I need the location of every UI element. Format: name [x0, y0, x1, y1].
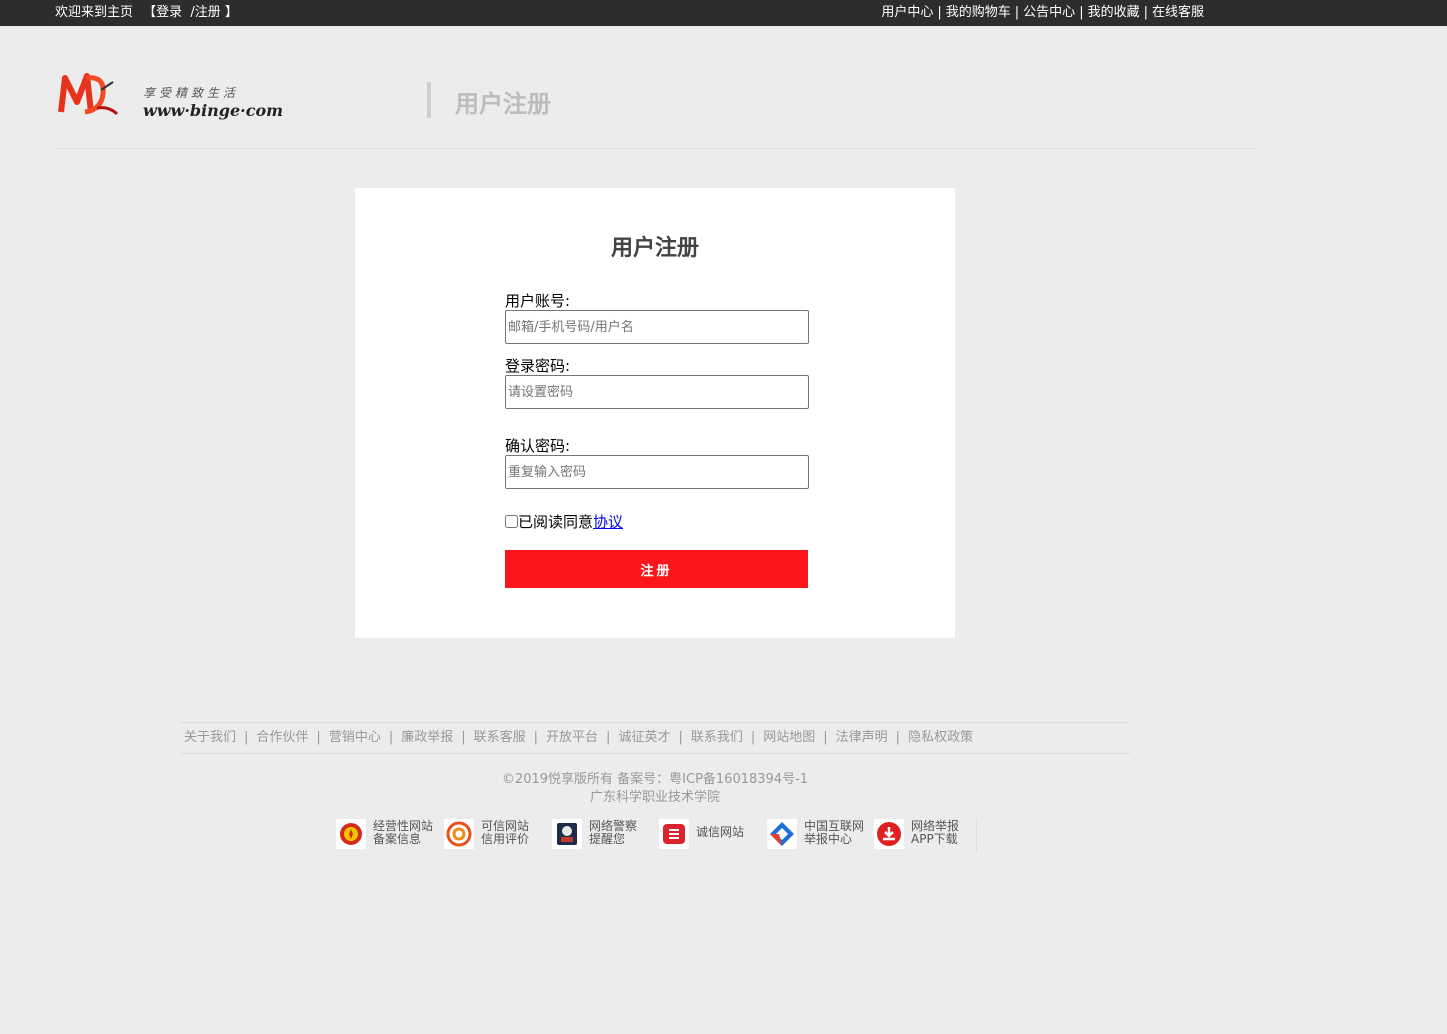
badge-trusted-site[interactable]: 可信网站 信用评价 — [444, 818, 544, 850]
favorites-link[interactable]: 我的收藏 — [1088, 5, 1140, 20]
badge-report-center[interactable]: 中国互联网 举报中心 — [767, 818, 867, 850]
agree-text: 已阅读同意 — [518, 513, 594, 531]
badge-cyber-police[interactable]: 网络警察 提醒您 — [552, 818, 652, 850]
page-title: 用户注册 — [455, 90, 551, 118]
register-button[interactable]: 注册 — [505, 550, 808, 588]
integrity-icon — [659, 819, 689, 849]
certification-badges: 经营性网站 备案信息 可信网站 信用评价 网络警察 提醒您 诚信网站 中国互联网… — [336, 818, 977, 852]
agree-checkbox[interactable] — [505, 515, 518, 528]
emblem-icon — [336, 819, 366, 849]
logo-slogan: 享受精致生活 — [143, 86, 240, 100]
bracket-open: 【 — [143, 5, 157, 20]
separator: | — [1143, 5, 1148, 20]
footer-link-integrity-report[interactable]: 廉政举报 — [401, 723, 453, 753]
footer-link-legal[interactable]: 法律声明 — [836, 723, 888, 753]
footer-link-open-platform[interactable]: 开放平台 — [546, 723, 598, 753]
footer-link-contact[interactable]: 联系我们 — [691, 723, 743, 753]
announcement-link[interactable]: 公告中心 — [1023, 5, 1075, 20]
separator: | — [533, 730, 539, 745]
separator: | — [823, 730, 828, 745]
footer-link-privacy[interactable]: 隐私权政策 — [908, 723, 973, 753]
badge-business-record[interactable]: 经营性网站 备案信息 — [336, 818, 436, 850]
footer-link-partners[interactable]: 合作伙伴 — [256, 723, 308, 753]
agreement-link[interactable]: 协议 — [593, 513, 623, 531]
police-icon — [552, 819, 582, 849]
top-nav: 用户中心 | 我的购物车 | 公告中心 | 我的收藏 | 在线客服 — [881, 0, 1204, 26]
user-center-link[interactable]: 用户中心 — [881, 5, 933, 20]
separator: | — [750, 730, 756, 745]
confirm-password-label: 确认密码: — [505, 437, 571, 455]
customer-service-link[interactable]: 在线客服 — [1152, 5, 1204, 20]
form-title: 用户注册 — [610, 236, 699, 261]
badge-text: 网络警察 — [589, 819, 638, 833]
copyright-text: ©2019悦享版所有 备案号：粤ICP备16018394号-1 — [501, 772, 809, 787]
password-input[interactable] — [505, 375, 809, 409]
separator: | — [678, 730, 683, 745]
footer-link-careers[interactable]: 诚征英才 — [618, 723, 670, 753]
logo-mark-icon — [58, 73, 119, 116]
separator: | — [244, 730, 249, 745]
account-label: 用户账号: — [505, 292, 571, 310]
badge-report-app[interactable]: 网络举报 APP下载 — [874, 818, 974, 850]
badge-text: 备案信息 — [373, 832, 422, 846]
separator: | — [937, 5, 942, 20]
separator: | — [1014, 5, 1020, 20]
separator: | — [1079, 5, 1084, 20]
top-bar: 欢迎来到主页 【登录 /注册 】 用户中心 | 我的购物车 | 公告中心 | 我的收藏 | 在线… — [0, 0, 1447, 26]
register-link[interactable]: 注册 — [195, 5, 221, 20]
separator: | — [895, 730, 901, 745]
register-card: 用户注册 用户账号: 登录密码: 确认密码: 已阅读同意协议 注册 — [355, 188, 955, 638]
download-icon — [874, 819, 904, 849]
badge-text: 中国互联网 — [804, 819, 865, 833]
password-label: 登录密码: — [505, 357, 571, 375]
site-logo[interactable]: 享受精致生活 www·binge·com — [55, 68, 295, 120]
footer-link-marketing[interactable]: 营销中心 — [329, 723, 381, 753]
badge-text: 举报中心 — [804, 832, 853, 846]
login-link[interactable]: 登录 — [156, 5, 182, 20]
badge-integrity-site[interactable]: 诚信网站 — [659, 818, 759, 850]
school-name: 广东科学职业技术学院 — [589, 790, 720, 805]
badge-text: 可信网站 — [481, 819, 530, 833]
account-input[interactable] — [505, 310, 809, 344]
footer-links: 关于我们 | 合作伙伴 | 营销中心 | 廉政举报 | 联系客服 | 开放平台 | 诚征英才 | 联系我们 |… — [180, 722, 1130, 754]
bracket-close: 】 — [224, 5, 238, 20]
badge-text: 诚信网站 — [696, 825, 745, 839]
welcome-area: 欢迎来到主页 【登录 /注册 】 — [55, 0, 238, 26]
site-header: 享受精致生活 www·binge·com 用户注册 — [55, 60, 1255, 149]
separator: | — [388, 730, 394, 745]
welcome-text: 欢迎来到主页 — [55, 5, 134, 20]
trust-rating-icon — [444, 819, 474, 849]
separator: | — [316, 730, 321, 745]
cart-link[interactable]: 我的购物车 — [946, 5, 1011, 20]
confirm-password-input[interactable] — [505, 455, 809, 489]
report-center-icon — [767, 819, 797, 849]
logo-url: www·binge·com — [143, 101, 284, 120]
header-divider — [427, 82, 431, 118]
separator: | — [606, 730, 611, 745]
footer-link-customer-service[interactable]: 联系客服 — [474, 723, 526, 753]
badge-text: 提醒您 — [589, 832, 626, 846]
agreement-row: 已阅读同意协议 — [505, 511, 623, 532]
footer-link-sitemap[interactable]: 网站地图 — [763, 723, 815, 753]
badge-text: 经营性网站 — [373, 819, 434, 833]
badge-text: 网络举报 — [911, 819, 960, 833]
badge-text: 信用评价 — [481, 832, 530, 846]
badge-text: APP下载 — [911, 832, 958, 846]
separator: | — [461, 730, 466, 745]
footer-link-about[interactable]: 关于我们 — [184, 723, 236, 753]
